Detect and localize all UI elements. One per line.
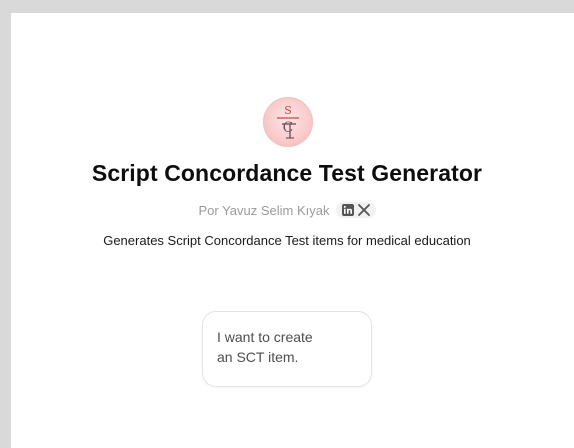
gpt-title: Script Concordance Test Generator	[91, 160, 483, 186]
starter-text-line-2: an SCT item.	[217, 349, 299, 365]
author-row: Por Yavuz Selim Kıyak	[0, 202, 574, 218]
sct-logo-icon: S C	[263, 97, 313, 147]
svg-text:C: C	[283, 120, 294, 136]
starter-text-line-1: I want to create	[217, 329, 313, 345]
gpt-description: Generates Script Concordance Test items …	[103, 233, 471, 248]
x-icon[interactable]	[357, 204, 370, 216]
svg-text:S: S	[284, 104, 292, 117]
author-label: Por Yavuz Selim Kıyak	[198, 202, 330, 218]
linkedin-icon[interactable]	[341, 204, 354, 216]
social-links	[335, 202, 376, 218]
conversation-starter-button[interactable]: I want to create an SCT item.	[202, 311, 372, 387]
